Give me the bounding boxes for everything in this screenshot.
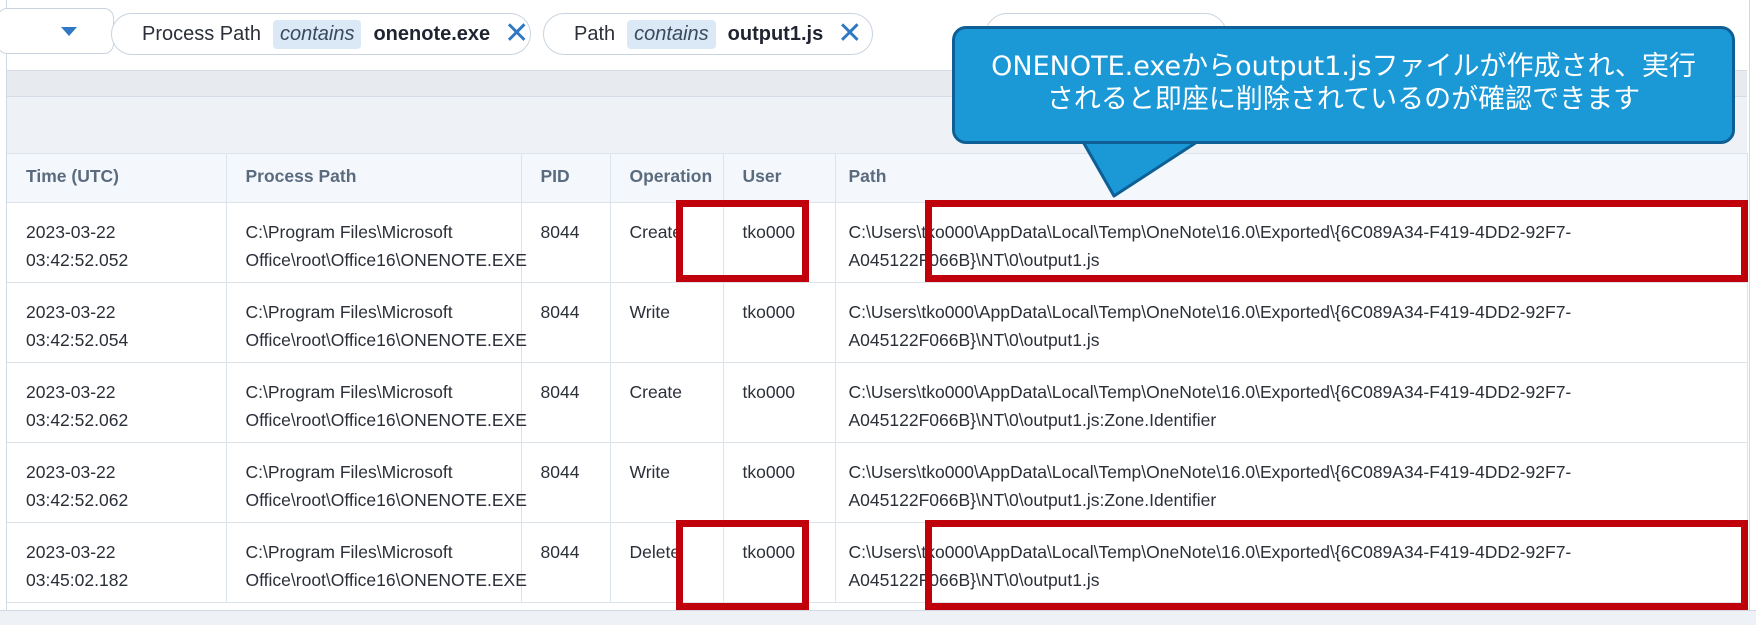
column-header-pid[interactable]: PID [521,153,611,203]
process-path-line: C:\Program Files\Microsoft [245,222,453,242]
cell-user: tko000 [723,282,836,363]
path-line: C:\Users\tko000\AppData\Local\Temp\OneNo… [848,302,1572,322]
cell-operation: Create [610,362,724,443]
callout-line: されると即座に削除されているのが確認できます [1046,84,1641,115]
process-path-line: Office\root\Office16\ONENOTE.EXE [245,570,527,590]
filter-field: Process Path [142,22,261,45]
cell-time: 2023-03-22 03:42:52.052 [7,202,227,283]
table-row[interactable]: 2023-03-22 03:42:52.054 C:\Program Files… [7,282,1748,363]
cell-pid: 8044 [521,522,611,603]
cell-process-path: C:\Program Files\Microsoft Office\root\Of… [226,202,527,283]
table-row[interactable]: 2023-03-22 03:42:52.062 C:\Program Files… [7,362,1748,443]
callout-line: ONENOTE.exeからoutput1.jsファイルが作成され、実行 [991,51,1696,82]
cell-pid: 8044 [521,362,611,443]
filter-chip-process-path[interactable]: Process Path contains onenote.exe ✕ [111,13,531,55]
annotation-callout: ONENOTE.exeからoutput1.jsファイルが作成され、実行 されると… [952,26,1735,144]
cell-time: 2023-03-22 03:45:02.182 [7,522,227,603]
cell-time: 2023-03-22 03:42:52.054 [7,282,227,363]
column-header-path[interactable]: Path [835,153,1748,203]
cell-pid: 8044 [521,442,611,523]
process-path-line: Office\root\Office16\ONENOTE.EXE [245,490,527,510]
process-path-line: Office\root\Office16\ONENOTE.EXE [245,330,527,350]
highlight-box-delete-operation [676,520,809,610]
cell-process-path: C:\Program Files\Microsoft Office\root\Of… [226,522,527,603]
path-line: A045122F066B}\NT\0\output1.js:Zone.Ident… [848,490,1217,510]
highlight-box-delete-path [925,520,1748,610]
cell-operation: Write [610,442,724,523]
filter-operator: contains [272,19,362,49]
callout-pointer [1080,138,1202,198]
filter-value: output1.js [727,22,824,45]
cell-pid: 8044 [521,282,611,363]
cell-time: 2023-03-22 03:42:52.062 [7,362,227,443]
close-icon[interactable]: ✕ [837,19,862,49]
column-header-operation[interactable]: Operation [610,153,724,203]
cell-pid: 8044 [521,202,611,283]
process-path-line: Office\root\Office16\ONENOTE.EXE [245,410,527,430]
cell-path: C:\Users\tko000\AppData\Local\Temp\OneNo… [835,282,1748,363]
filter-chip-path[interactable]: Path contains output1.js ✕ [543,13,873,55]
caret-down-icon [61,27,77,36]
filter-value: onenote.exe [373,22,491,45]
column-header-process-path[interactable]: Process Path [226,153,522,203]
cell-path: C:\Users\tko000\AppData\Local\Temp\OneNo… [835,362,1748,443]
path-line: C:\Users\tko000\AppData\Local\Temp\OneNo… [848,462,1572,482]
process-path-line: C:\Program Files\Microsoft [245,382,453,402]
process-path-line: C:\Program Files\Microsoft [245,302,453,322]
cell-process-path: C:\Program Files\Microsoft Office\root\Of… [226,442,527,523]
path-line: C:\Users\tko000\AppData\Local\Temp\OneNo… [848,382,1572,402]
cell-time: 2023-03-22 03:42:52.062 [7,442,227,523]
cell-process-path: C:\Program Files\Microsoft Office\root\Of… [226,282,527,363]
filter-field: Path [574,22,616,45]
highlight-box-create-operation [676,200,809,282]
scroll-footer [0,610,1756,625]
close-icon[interactable]: ✕ [504,19,529,49]
process-path-line: Office\root\Office16\ONENOTE.EXE [245,250,527,270]
table-header-row: Time (UTC) Process Path PID Operation Us… [7,153,1748,203]
process-path-line: C:\Program Files\Microsoft [245,462,453,482]
cell-user: tko000 [723,362,836,443]
process-path-line: C:\Program Files\Microsoft [245,542,453,562]
highlight-box-create-path [925,200,1748,282]
cell-operation: Write [610,282,724,363]
filter-operator: contains [627,19,716,49]
column-header-time[interactable]: Time (UTC) [7,153,227,203]
filter-dropdown[interactable] [0,8,114,54]
cell-path: C:\Users\tko000\AppData\Local\Temp\OneNo… [835,442,1748,523]
table-row[interactable]: 2023-03-22 03:42:52.062 C:\Program Files… [7,442,1748,523]
cell-process-path: C:\Program Files\Microsoft Office\root\Of… [226,362,527,443]
path-line: A045122F066B}\NT\0\output1.js [848,330,1100,350]
cell-user: tko000 [723,442,836,523]
column-header-user[interactable]: User [723,153,836,203]
path-line: A045122F066B}\NT\0\output1.js:Zone.Ident… [848,410,1217,430]
